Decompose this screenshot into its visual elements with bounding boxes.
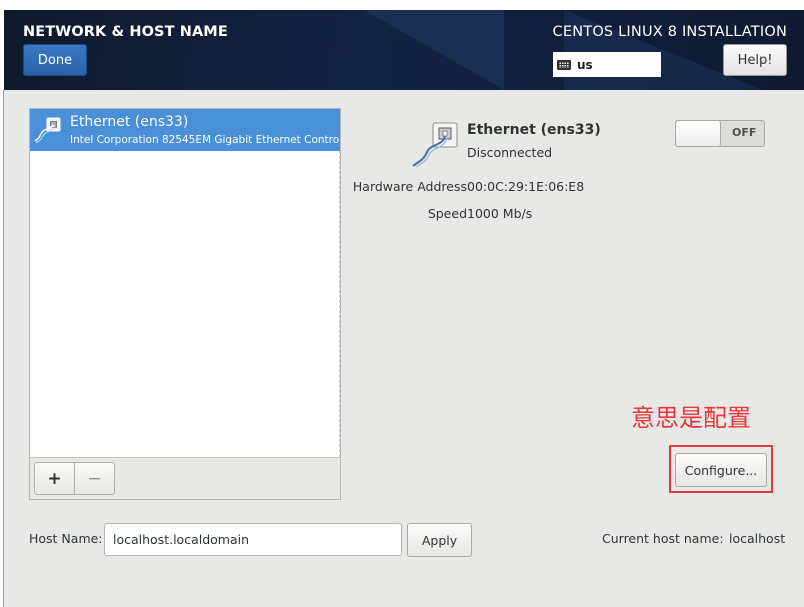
keyboard-layout-indicator[interactable]: us bbox=[553, 52, 661, 77]
installer-window: NETWORK & HOST NAME Done CENTOS LINUX 8 … bbox=[0, 0, 804, 607]
remove-device-button[interactable]: − bbox=[74, 462, 115, 495]
add-device-button[interactable]: + bbox=[34, 462, 75, 495]
keyboard-layout-label: us bbox=[577, 57, 593, 72]
device-list-item-name: Ethernet (ens33) bbox=[70, 114, 189, 130]
ethernet-cable-icon bbox=[34, 117, 61, 144]
host-name-input[interactable] bbox=[104, 523, 402, 556]
apply-button[interactable]: Apply bbox=[407, 523, 472, 557]
hardware-address-value: 00:0C:29:1E:06:E8 bbox=[467, 179, 585, 194]
device-status: Disconnected bbox=[467, 145, 553, 160]
device-power-toggle[interactable]: OFF bbox=[675, 120, 765, 147]
network-device-list: Ethernet (ens33) Intel Corporation 82545… bbox=[29, 108, 341, 500]
current-host-name-value: localhost bbox=[729, 531, 786, 546]
help-button[interactable]: Help! bbox=[723, 44, 787, 76]
device-list-toolbar: + − bbox=[30, 457, 340, 499]
done-button[interactable]: Done bbox=[23, 44, 87, 76]
page-title: NETWORK & HOST NAME bbox=[23, 24, 228, 40]
host-name-label: Host Name: bbox=[29, 531, 103, 546]
installation-title: CENTOS LINUX 8 INSTALLATION bbox=[552, 24, 787, 40]
keyboard-icon bbox=[557, 59, 571, 70]
toggle-state-label: OFF bbox=[732, 126, 757, 139]
device-list-item[interactable]: Ethernet (ens33) Intel Corporation 82545… bbox=[30, 109, 340, 151]
speed-label: Speed bbox=[427, 206, 467, 221]
header-decoration bbox=[364, 10, 504, 90]
speed-value: 1000 Mb/s bbox=[467, 206, 533, 221]
current-host-name-label: Current host name: bbox=[602, 531, 724, 546]
configure-button[interactable]: Configure... bbox=[675, 453, 767, 487]
device-list-item-description: Intel Corporation 82545EM Gigabit Ethern… bbox=[70, 134, 340, 146]
device-name: Ethernet (ens33) bbox=[467, 122, 601, 138]
header-bar: NETWORK & HOST NAME Done CENTOS LINUX 8 … bbox=[4, 10, 804, 90]
ethernet-cable-icon bbox=[412, 122, 458, 168]
annotation-text: 意思是配置 bbox=[631, 404, 751, 432]
list-scrollbar[interactable] bbox=[339, 151, 340, 457]
toggle-knob[interactable] bbox=[675, 120, 721, 147]
hardware-address-label: Hardware Address bbox=[352, 179, 467, 194]
